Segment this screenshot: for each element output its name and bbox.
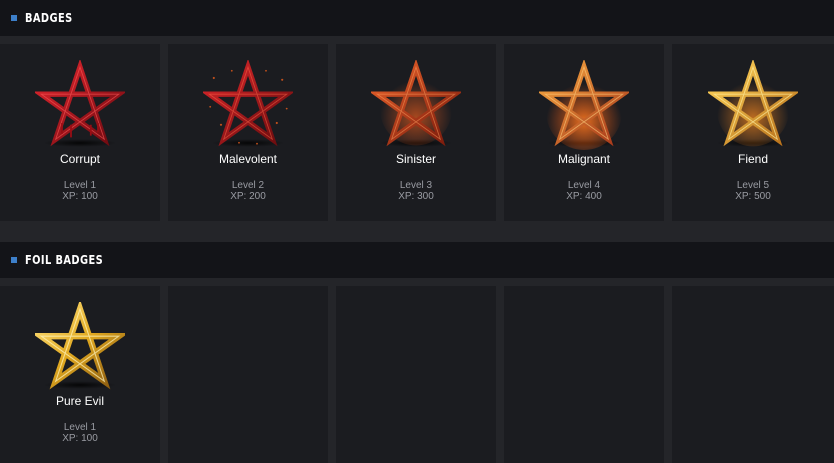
badge-level: Level 4 [567, 180, 601, 191]
badge-level: Level 5 [736, 180, 770, 191]
fiery-pentagram-icon [539, 60, 629, 150]
red-pentagram-icon [35, 60, 125, 150]
badge-name: Malevolent [218, 152, 278, 166]
section-bullet-icon [11, 15, 17, 21]
badge-name: Corrupt [59, 152, 100, 166]
gold-flame-pentagram-icon [708, 60, 798, 150]
badge-card-fiend[interactable]: Fiend Level 5 XP: 500 [672, 44, 834, 221]
empty-badge-slot [504, 286, 664, 463]
gold-pentagram-icon [35, 302, 125, 392]
red-sparked-pentagram-icon [203, 60, 293, 150]
badge-level: Level 2 [231, 180, 265, 191]
badge-name: Sinister [395, 152, 436, 166]
badge-level: Level 1 [63, 422, 97, 433]
section-bullet-icon [11, 257, 17, 263]
badge-xp: XP: 100 [62, 191, 98, 202]
section-title: BADGES [25, 11, 73, 25]
badge-level: Level 1 [63, 180, 97, 191]
badge-card-malignant[interactable]: Malignant Level 4 XP: 400 [504, 44, 664, 221]
badge-xp: XP: 500 [735, 191, 771, 202]
badge-card-corrupt[interactable]: Corrupt Level 1 XP: 100 [0, 44, 160, 221]
badge-card-sinister[interactable]: Sinister Level 3 XP: 300 [336, 44, 496, 221]
badge-card-pure-evil[interactable]: Pure Evil Level 1 XP: 100 [0, 286, 160, 463]
badge-level: Level 3 [399, 180, 433, 191]
badge-xp: XP: 200 [230, 191, 266, 202]
badge-name: Malignant [557, 152, 611, 166]
section-title: FOIL BADGES [25, 253, 104, 267]
badge-card-malevolent[interactable]: Malevolent Level 2 XP: 200 [168, 44, 328, 221]
foil-badges-section-header: FOIL BADGES [0, 242, 834, 278]
burning-pentagram-icon [371, 60, 461, 150]
badges-section-header: BADGES [0, 0, 834, 36]
empty-badge-slot [336, 286, 496, 463]
badge-xp: XP: 400 [566, 191, 602, 202]
badge-name: Fiend [737, 152, 769, 166]
empty-badge-slot [168, 286, 328, 463]
badge-name: Pure Evil [55, 394, 105, 408]
badge-xp: XP: 100 [62, 433, 98, 444]
badge-xp: XP: 300 [398, 191, 434, 202]
empty-badge-slot [672, 286, 834, 463]
